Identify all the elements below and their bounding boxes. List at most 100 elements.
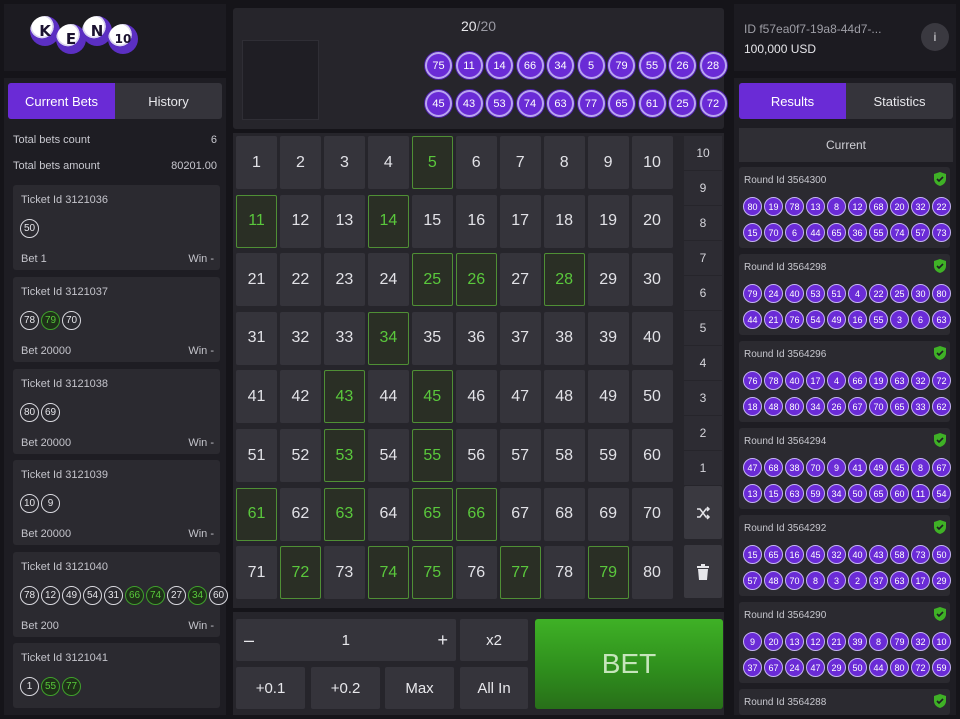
number-cell[interactable]: 63 [323, 487, 365, 541]
number-cell[interactable]: 38 [543, 311, 585, 365]
number-cell[interactable]: 16 [455, 194, 497, 248]
number-cell[interactable]: 52 [279, 429, 321, 482]
number-cell[interactable]: 46 [455, 370, 497, 424]
number-cell[interactable]: 27 [499, 253, 541, 307]
number-cell[interactable]: 11 [236, 194, 277, 248]
number-cell[interactable]: 42 [279, 370, 321, 424]
number-cell[interactable]: 60 [631, 429, 673, 482]
number-cell[interactable]: 39 [587, 311, 629, 365]
number-cell[interactable]: 51 [236, 429, 277, 482]
round-card[interactable]: Round Id 3564294 47 68 38 70 9 41 49 45 8 67 13 15 63… [739, 428, 951, 509]
number-cell[interactable]: 33 [323, 311, 365, 365]
number-cell[interactable]: 43 [323, 370, 365, 424]
number-cell[interactable]: 41 [236, 370, 277, 424]
number-cell[interactable]: 5 [411, 136, 453, 189]
number-cell[interactable]: 18 [543, 194, 585, 248]
bet-button[interactable]: BET [535, 619, 723, 709]
ticket-card[interactable]: Ticket Id 3121040 78 12 49 54 31 66 74 27 34 60 Bet… [13, 552, 228, 637]
increase-amount-button[interactable]: + [437, 630, 448, 651]
tab-results[interactable]: Results [739, 83, 846, 119]
number-cell[interactable]: 40 [631, 311, 673, 365]
number-cell[interactable]: 21 [236, 253, 277, 307]
number-cell[interactable]: 69 [587, 487, 629, 541]
number-cell[interactable]: 71 [236, 546, 277, 600]
number-cell[interactable]: 56 [455, 429, 497, 482]
number-cell[interactable]: 6 [455, 136, 497, 189]
random-pick-button[interactable] [684, 486, 722, 539]
current-round-bar[interactable]: Current [739, 128, 953, 162]
number-cell[interactable]: 48 [543, 370, 585, 424]
number-cell[interactable]: 45 [411, 370, 453, 424]
number-cell[interactable]: 68 [543, 487, 585, 541]
add-0.2-button[interactable]: +0.2 [311, 667, 380, 709]
max-amount-button[interactable]: Max [385, 667, 454, 709]
number-cell[interactable]: 28 [543, 253, 585, 307]
ticket-card[interactable]: Ticket Id 3121038 80 69 Bet 20000 Win - [13, 369, 220, 454]
number-cell[interactable]: 31 [236, 311, 277, 365]
number-cell[interactable]: 53 [323, 429, 365, 482]
number-cell[interactable]: 10 [631, 136, 673, 189]
number-cell[interactable]: 2 [279, 136, 321, 189]
number-cell[interactable]: 20 [631, 194, 673, 248]
number-cell[interactable]: 35 [411, 311, 453, 365]
number-cell[interactable]: 61 [236, 487, 277, 541]
number-cell[interactable]: 58 [543, 429, 585, 482]
amount-value[interactable]: 1 [342, 632, 350, 649]
ticket-card[interactable]: Ticket Id 3121039 10 9 Bet 20000 Win - [13, 460, 220, 545]
clear-board-button[interactable] [684, 545, 722, 598]
number-cell[interactable]: 77 [499, 546, 541, 600]
number-cell[interactable]: 44 [367, 370, 409, 424]
number-cell[interactable]: 34 [367, 311, 409, 365]
number-cell[interactable]: 74 [367, 546, 409, 600]
tab-statistics[interactable]: Statistics [846, 83, 953, 119]
add-0.1-button[interactable]: +0.1 [236, 667, 305, 709]
number-cell[interactable]: 4 [367, 136, 409, 189]
number-cell[interactable]: 78 [543, 546, 585, 600]
double-amount-button[interactable]: x2 [460, 619, 528, 661]
info-button[interactable]: i [921, 23, 949, 51]
number-cell[interactable]: 1 [236, 136, 277, 189]
tab-current-bets[interactable]: Current Bets [8, 83, 115, 119]
round-card[interactable]: Round Id 3564300 80 19 78 13 8 12 68 20 32 22 15 70 6… [739, 167, 951, 248]
number-cell[interactable]: 24 [367, 253, 409, 307]
number-cell[interactable]: 7 [499, 136, 541, 189]
number-cell[interactable]: 29 [587, 253, 629, 307]
number-cell[interactable]: 26 [455, 253, 497, 307]
round-card[interactable]: Round Id 3564298 79 24 40 53 51 4 22 25 30 80 44 21 7… [739, 254, 951, 335]
all-in-button[interactable]: All In [460, 667, 528, 709]
number-cell[interactable]: 12 [279, 194, 321, 248]
number-cell[interactable]: 15 [411, 194, 453, 248]
number-cell[interactable]: 36 [455, 311, 497, 365]
decrease-amount-button[interactable]: – [244, 630, 254, 651]
round-card[interactable]: Round Id 3564290 9 20 13 12 21 39 8 79 32 10 37 67 24… [739, 602, 951, 683]
number-cell[interactable]: 65 [411, 487, 453, 541]
number-cell[interactable]: 55 [411, 429, 453, 482]
number-cell[interactable]: 59 [587, 429, 629, 482]
number-cell[interactable]: 13 [323, 194, 365, 248]
number-cell[interactable]: 17 [499, 194, 541, 248]
number-cell[interactable]: 64 [367, 487, 409, 541]
number-cell[interactable]: 75 [411, 546, 453, 600]
number-cell[interactable]: 19 [587, 194, 629, 248]
tab-history[interactable]: History [115, 83, 222, 119]
number-cell[interactable]: 79 [587, 546, 629, 600]
number-cell[interactable]: 66 [455, 487, 497, 541]
round-card[interactable]: Round Id 3564296 76 78 40 17 4 66 19 63 32 72 18 48 8… [739, 341, 951, 422]
number-cell[interactable]: 3 [323, 136, 365, 189]
number-cell[interactable]: 14 [367, 194, 409, 248]
number-cell[interactable]: 47 [499, 370, 541, 424]
number-cell[interactable]: 80 [631, 546, 673, 600]
number-cell[interactable]: 73 [323, 546, 365, 600]
round-card[interactable]: Round Id 3564288 [739, 689, 950, 715]
number-cell[interactable]: 22 [279, 253, 321, 307]
number-cell[interactable]: 25 [411, 253, 453, 307]
number-cell[interactable]: 76 [455, 546, 497, 600]
number-cell[interactable]: 57 [499, 429, 541, 482]
number-cell[interactable]: 67 [499, 487, 541, 541]
ticket-card[interactable]: Ticket Id 3121037 78 79 70 Bet 20000 Win - [13, 277, 220, 362]
number-cell[interactable]: 9 [587, 136, 629, 189]
number-cell[interactable]: 54 [367, 429, 409, 482]
ticket-card[interactable]: Ticket Id 3121036 50 Bet 1 Win - [13, 185, 220, 270]
number-cell[interactable]: 32 [279, 311, 321, 365]
number-cell[interactable]: 62 [279, 487, 321, 541]
